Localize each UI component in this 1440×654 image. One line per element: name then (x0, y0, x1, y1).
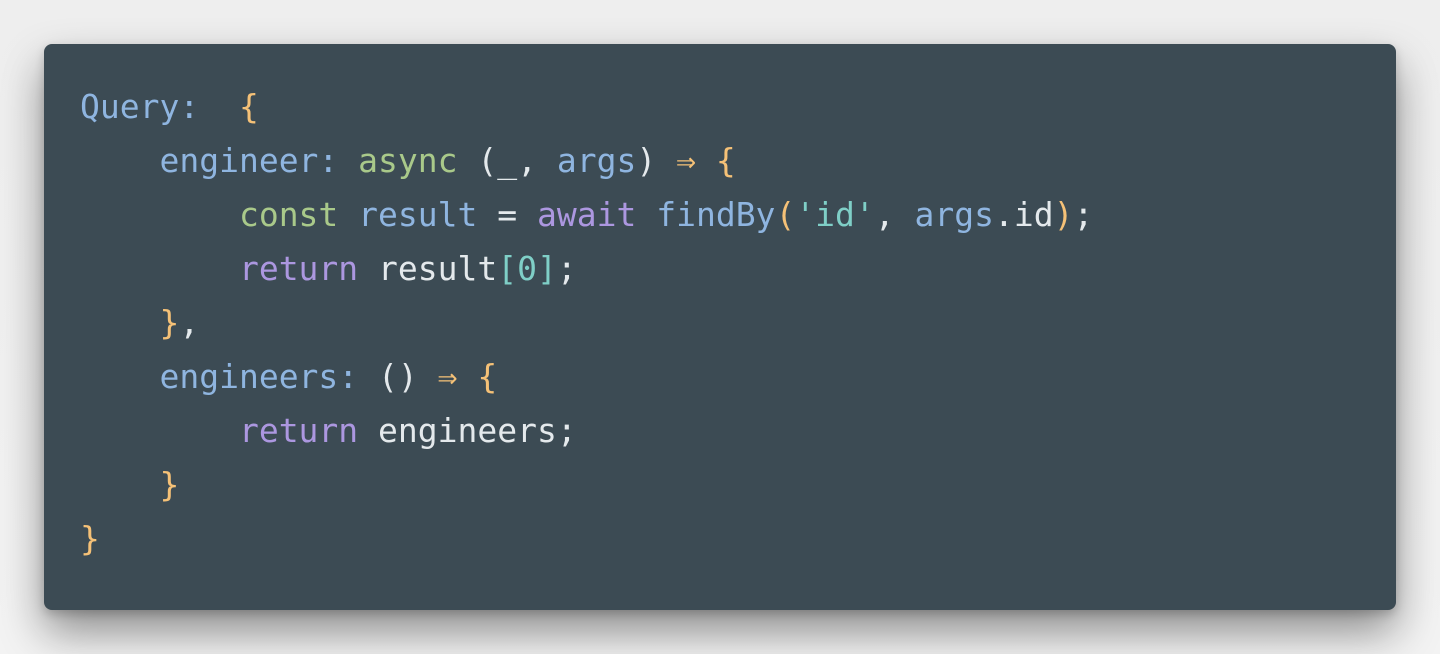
code-token-brace: ) (1053, 195, 1074, 234)
code-token-brace: } (159, 465, 180, 504)
code-line: } (80, 512, 1093, 566)
code-token-num: 0 (517, 249, 537, 288)
code-token-kw: const (238, 195, 339, 234)
code-token-plain: .id (994, 195, 1054, 234)
code-token-fn: findBy (656, 195, 776, 234)
code-line: return engineers; (80, 404, 1093, 458)
code-token-key: engineer: (159, 141, 339, 180)
code-line: const result = await findBy('id', args.i… (80, 188, 1093, 242)
code-token-brace: ⇒ (676, 141, 696, 180)
code-token-key: Query: (80, 87, 200, 126)
code-token-plain: = (477, 195, 537, 234)
code-line: engineer: async (_, args) ⇒ { (80, 134, 1093, 188)
code-token-plain: , (874, 195, 915, 234)
code-block: Query: { engineer: async (_, args) ⇒ { c… (80, 80, 1093, 566)
code-token-brace: ⇒ (437, 357, 458, 396)
code-line: Query: { (80, 80, 1093, 134)
code-token-str: [ (497, 249, 518, 288)
code-token-brace: } (159, 303, 180, 342)
code-token-kw2: await (537, 195, 637, 234)
code-token-plain: result (358, 249, 498, 288)
code-token-kw: async (358, 141, 458, 180)
code-line: return result[0]; (80, 242, 1093, 296)
code-token-kw2: return (238, 411, 359, 450)
code-token-str: 'id' (795, 195, 875, 234)
code-token-var: args (556, 141, 637, 180)
code-token-key: engineers: (159, 357, 359, 396)
code-token-brace: { (477, 357, 498, 396)
code-token-plain: (_, (457, 141, 557, 180)
code-token-plain: ; (1073, 195, 1094, 234)
page-background: Query: { engineer: async (_, args) ⇒ { c… (0, 0, 1440, 654)
code-line: } (80, 458, 1093, 512)
code-token-plain: , (179, 303, 200, 342)
code-token-str: ] (537, 249, 557, 288)
code-token-plain: ; (556, 249, 577, 288)
code-token-var: args (914, 195, 995, 234)
code-snippet-window: Query: { engineer: async (_, args) ⇒ { c… (44, 44, 1396, 610)
code-token-plain: ) (636, 141, 677, 180)
code-token-brace: { (238, 87, 259, 126)
code-token-brace: ( (775, 195, 796, 234)
code-line: engineers: () ⇒ { (80, 350, 1093, 404)
code-token-plain: () (358, 357, 438, 396)
code-token-var: result (358, 195, 478, 234)
code-token-brace: } (80, 519, 100, 558)
code-token-brace: { (715, 141, 736, 180)
code-token-plain: engineers; (358, 411, 577, 450)
code-token-kw2: return (238, 249, 359, 288)
code-line: }, (80, 296, 1093, 350)
